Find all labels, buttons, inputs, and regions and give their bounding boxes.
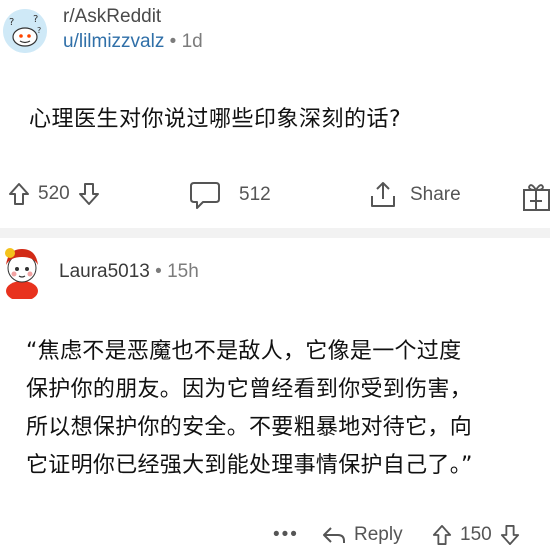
comment-meta: Laura5013 • 15h [59,261,199,283]
speech-bubble-icon [189,180,221,210]
arrow-down-icon[interactable] [78,182,100,206]
comment-line: “焦虑不是恶魔也不是敌人，它像是一个过度 [26,339,462,364]
comment-vote-count: 150 [460,524,492,545]
reply-label: Reply [354,524,403,545]
share-button[interactable]: Share [368,180,461,210]
comment-line: 它证明你已经强大到能处理事情保护自己了。” [26,453,473,478]
arrow-up-icon[interactable] [432,524,452,546]
post-header: ? ? ? r/AskReddit u/lilmizzvalz • 1d [0,0,550,70]
comments-button[interactable]: 512 [189,180,271,210]
reddit-post-page: ? ? ? r/AskReddit u/lilmizzvalz • 1d 心理医… [0,0,550,554]
share-label: Share [410,184,461,205]
snoo-question-avatar-icon[interactable]: ? ? ? [3,9,47,53]
svg-text:?: ? [33,14,38,25]
reply-arrow-icon [322,525,346,545]
gift-icon [521,180,550,212]
comment-body: “焦虑不是恶魔也不是敌人，它像是一个过度 保护你的朋友。因为它曾经看到你受到伤害… [26,333,536,485]
reply-button[interactable]: Reply [322,524,403,546]
share-icon [368,180,398,210]
post-title[interactable]: 心理医生对你说过哪些印象深刻的话? [29,101,401,133]
comment-line: 保护你的朋友。因为它曾经看到你受到伤害， [26,377,473,402]
comment-meta-separator: • [155,261,162,282]
comment-count: 512 [239,184,271,205]
vote-group: 520 [8,182,100,206]
upvote-count: 520 [38,183,70,204]
post-action-bar: 520 512 Share [0,172,550,222]
comment-action-bar: ••• Reply 150 [0,518,550,554]
section-divider [0,228,550,238]
comment-age: 15h [167,261,199,282]
post-author-link[interactable]: u/lilmizzvalz [63,31,164,52]
more-options-button[interactable]: ••• [273,524,299,546]
comment-line: 所以想保护你的安全。不要粗暴地对待它，向 [26,415,473,440]
byline-separator: • [169,31,177,52]
award-button[interactable] [521,180,550,212]
comment-vote-group: 150 [432,524,520,546]
post-age: 1d [181,31,203,52]
post-byline: u/lilmizzvalz • 1d [63,31,203,53]
commenter-avatar[interactable] [0,243,46,299]
subreddit-name[interactable]: r/AskReddit [63,6,161,28]
svg-text:?: ? [9,17,14,28]
arrow-up-icon[interactable] [8,182,30,206]
arrow-down-icon[interactable] [500,524,520,546]
comment-author[interactable]: Laura5013 [59,261,150,282]
svg-text:?: ? [37,26,41,35]
